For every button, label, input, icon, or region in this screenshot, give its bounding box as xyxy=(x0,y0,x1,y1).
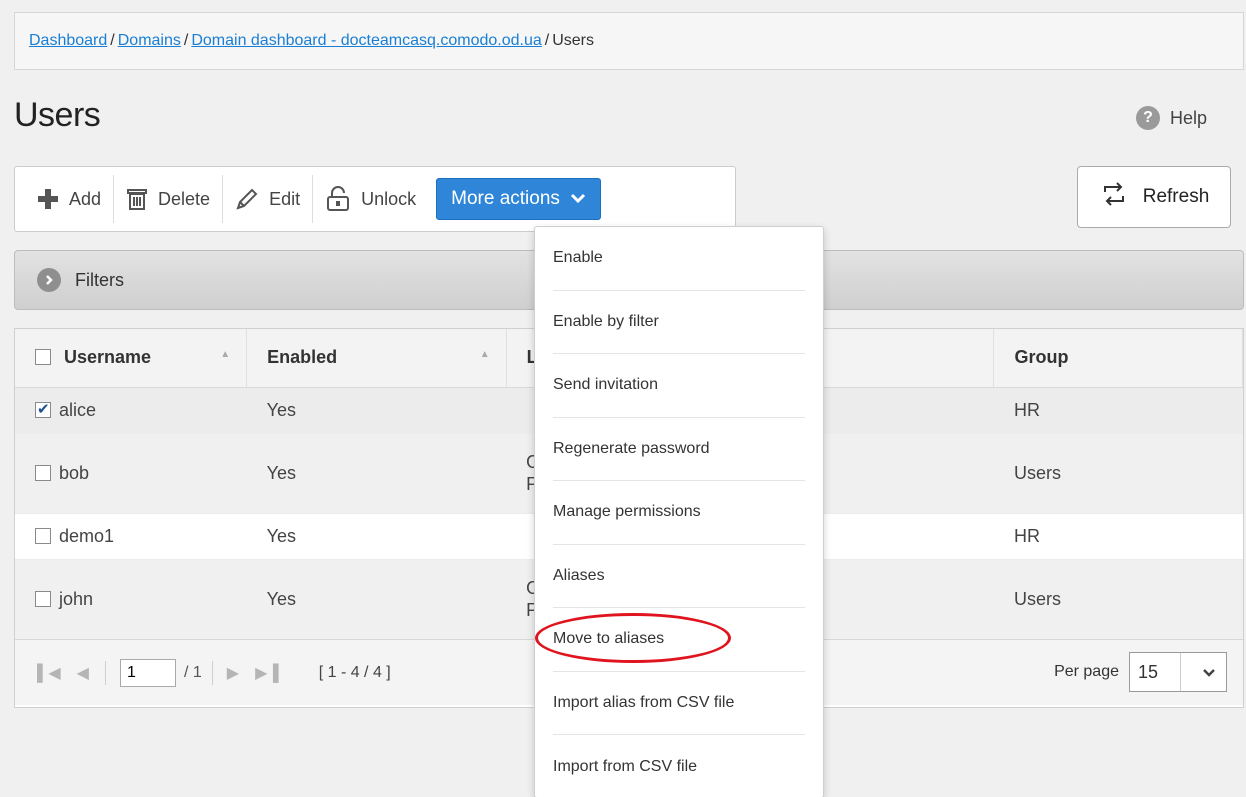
last-page-icon[interactable]: ▶▐ xyxy=(255,663,279,683)
page-title: Users xyxy=(14,96,101,134)
column-header-username[interactable]: Username ▲ xyxy=(15,329,248,388)
menu-item-import-csv[interactable]: Import from CSV file xyxy=(553,735,805,797)
column-header-aliases[interactable]: es xyxy=(795,329,995,388)
row-checkbox[interactable] xyxy=(35,528,51,544)
group-cell: HR xyxy=(993,387,1243,434)
select-all-checkbox[interactable] xyxy=(35,349,51,366)
per-page-value: 15 xyxy=(1138,661,1159,682)
row-checkbox[interactable] xyxy=(35,465,51,481)
breadcrumb-separator: / xyxy=(544,32,550,49)
username-cell: bob xyxy=(59,462,90,483)
more-actions-button[interactable]: More actions xyxy=(436,178,601,220)
chevron-right-icon xyxy=(37,268,61,292)
group-cell: Users xyxy=(993,433,1243,514)
next-page-icon[interactable]: ▶ xyxy=(227,663,239,683)
filters-label: Filters xyxy=(75,269,124,290)
trash-icon xyxy=(126,187,148,211)
breadcrumb-domain-dashboard-link[interactable]: Domain dashboard - docteamcasq.comodo.od… xyxy=(191,32,541,50)
column-header-enabled[interactable]: Enabled ▲ xyxy=(246,329,507,388)
delete-button[interactable]: Delete xyxy=(114,175,224,223)
menu-item-aliases[interactable]: Aliases xyxy=(553,545,805,608)
per-page-control: Per page 15 xyxy=(1054,652,1227,692)
pencil-icon xyxy=(235,187,259,211)
aliases-cell xyxy=(795,387,994,434)
more-actions-label: More actions xyxy=(451,188,560,209)
menu-item-manage-permissions[interactable]: Manage permissions xyxy=(553,481,805,545)
add-button[interactable]: Add xyxy=(25,175,115,223)
per-page-select[interactable]: 15 xyxy=(1129,652,1227,692)
aliases-cell xyxy=(795,513,994,560)
refresh-button[interactable]: Refresh xyxy=(1077,166,1231,228)
enabled-cell: Yes xyxy=(246,387,507,434)
menu-item-enable[interactable]: Enable xyxy=(553,227,805,291)
aliases-cell xyxy=(795,433,994,514)
divider xyxy=(104,660,106,685)
enabled-cell: Yes xyxy=(246,559,507,640)
breadcrumb-dashboard-link[interactable]: Dashboard xyxy=(29,32,107,50)
breadcrumb-domains-link[interactable]: Domains xyxy=(118,32,181,50)
menu-item-regenerate-password[interactable]: Regenerate password xyxy=(553,418,805,481)
plus-icon xyxy=(37,188,59,210)
unlock-icon xyxy=(325,186,351,212)
menu-item-move-to-aliases[interactable]: Move to aliases xyxy=(553,608,805,672)
breadcrumb-separator: / xyxy=(183,32,189,49)
group-cell: Users xyxy=(993,559,1243,640)
breadcrumb: Dashboard / Domains / Domain dashboard -… xyxy=(14,12,1244,70)
menu-item-import-alias-csv[interactable]: Import alias from CSV file xyxy=(553,672,805,735)
edit-button[interactable]: Edit xyxy=(223,175,314,223)
divider xyxy=(211,660,213,685)
breadcrumb-current: Users xyxy=(552,32,594,49)
help-icon: ? xyxy=(1136,106,1160,130)
page-number-input[interactable] xyxy=(119,658,176,687)
row-checkbox[interactable] xyxy=(35,400,51,418)
column-header-group[interactable]: Group xyxy=(993,329,1243,388)
enabled-cell: Yes xyxy=(246,433,507,514)
divider xyxy=(1179,653,1181,691)
unlock-label: Unlock xyxy=(361,188,417,209)
refresh-icon xyxy=(1099,180,1129,214)
user-toolbar: Add Delete Edit Unlock More actions xyxy=(14,166,736,232)
username-cell: demo1 xyxy=(59,525,115,546)
delete-label: Delete xyxy=(158,188,211,209)
help-link[interactable]: ? Help xyxy=(1136,106,1207,130)
username-cell: john xyxy=(59,588,94,609)
edit-label: Edit xyxy=(269,188,301,209)
group-cell: HR xyxy=(993,513,1243,560)
breadcrumb-separator: / xyxy=(110,32,115,49)
more-actions-menu: Enable Enable by filter Send invitation … xyxy=(534,226,824,797)
chevron-down-icon xyxy=(570,188,586,210)
unlock-button[interactable]: Unlock xyxy=(313,175,428,223)
enabled-cell: Yes xyxy=(246,513,507,560)
row-checkbox[interactable] xyxy=(35,591,51,607)
per-page-label: Per page xyxy=(1054,663,1119,680)
username-cell: alice xyxy=(59,399,97,420)
sort-icon: ▲ xyxy=(220,349,231,360)
menu-item-send-invitation[interactable]: Send invitation xyxy=(553,354,805,418)
aliases-cell xyxy=(795,559,994,640)
refresh-label: Refresh xyxy=(1142,186,1210,207)
chevron-down-icon xyxy=(1202,662,1216,683)
menu-item-enable-by-filter[interactable]: Enable by filter xyxy=(553,291,805,354)
page-total: / 1 xyxy=(183,663,202,681)
help-label: Help xyxy=(1170,107,1208,128)
add-label: Add xyxy=(69,188,102,209)
prev-page-icon[interactable]: ◀ xyxy=(77,663,89,683)
sort-icon: ▲ xyxy=(479,349,490,360)
record-range: [ 1 - 4 / 4 ] xyxy=(318,663,391,681)
first-page-icon[interactable]: ▌◀ xyxy=(37,663,61,683)
